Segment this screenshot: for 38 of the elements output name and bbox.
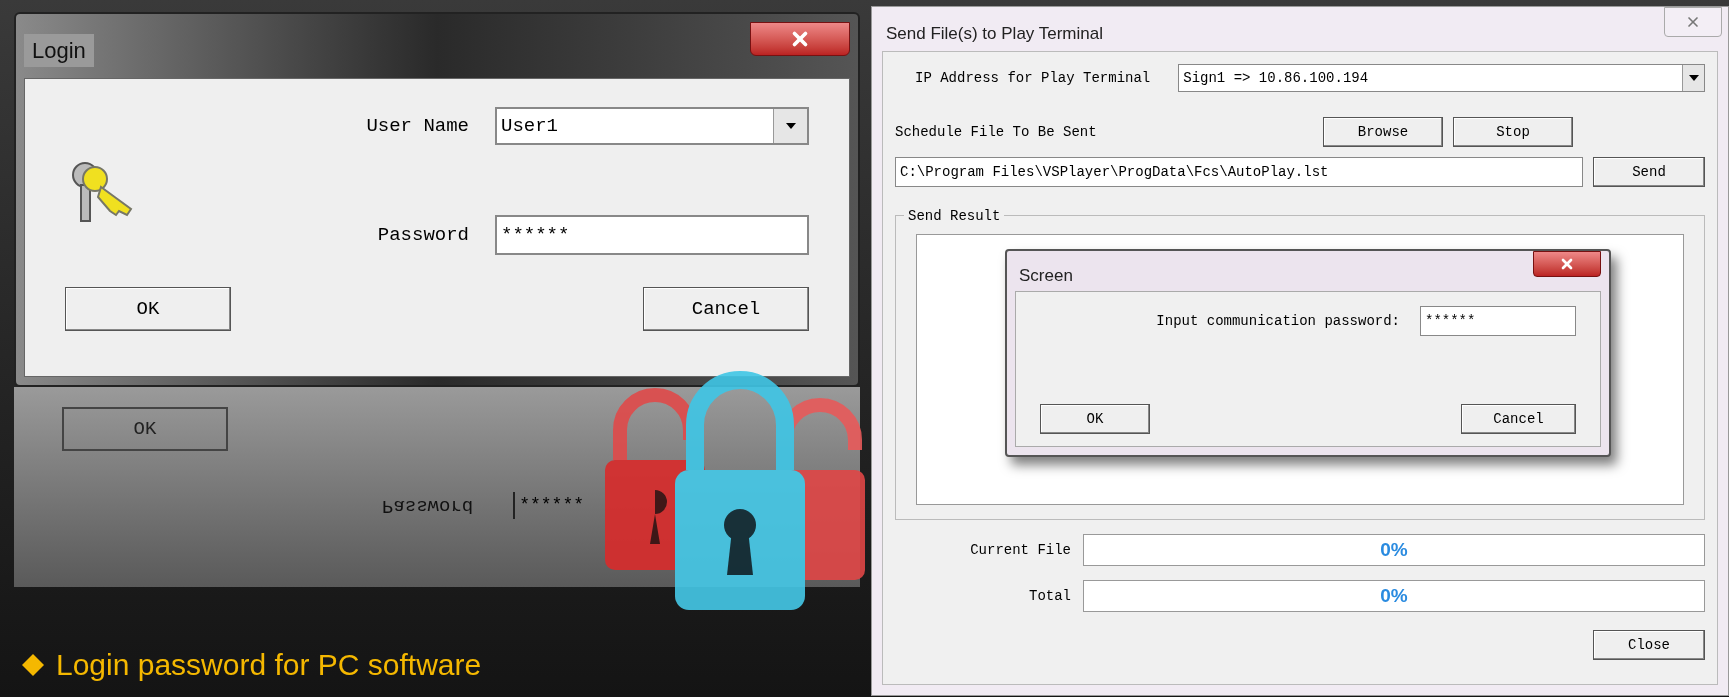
progress-reading: 0% <box>1380 537 1408 562</box>
stop-button[interactable]: Stop <box>1453 117 1573 147</box>
cancel-button[interactable]: Cancel <box>1461 404 1576 434</box>
dialog-title: Screen <box>1019 265 1073 287</box>
password-field[interactable]: ****** <box>1420 306 1576 336</box>
window-title: Send File(s) to Play Terminal <box>886 23 1103 45</box>
close-icon <box>1559 256 1575 272</box>
schedule-label: Schedule File To Be Sent <box>895 122 1097 142</box>
file-path-field[interactable]: C:\Program Files\VSPlayer\ProgData\Fcs\AutoPlay.lst <box>895 157 1583 187</box>
close-icon <box>1685 14 1701 30</box>
progress-reading: 0% <box>1380 583 1408 608</box>
close-dialog-button[interactable]: Close <box>1593 630 1705 660</box>
password-field-reflection: ****** <box>513 491 589 519</box>
password-prompt: Input communication password: <box>1156 311 1400 331</box>
window-title: Login <box>24 34 94 67</box>
ip-label: IP Address for Play Terminal <box>915 68 1151 88</box>
dropdown-value: User1 <box>500 113 559 139</box>
progress-label: Total <box>1028 586 1071 606</box>
browse-button[interactable]: Browse <box>1323 117 1443 147</box>
user-name-dropdown[interactable]: User1 <box>495 107 809 145</box>
close-button[interactable] <box>1533 251 1601 277</box>
ok-button[interactable]: OK <box>65 287 231 331</box>
progress-label: Current File <box>969 540 1071 560</box>
ip-dropdown[interactable]: Sign1 => 10.86.100.194 <box>1178 64 1705 92</box>
dropdown-arrow-icon <box>1688 75 1699 81</box>
diamond-bullet-icon <box>22 653 44 676</box>
dropdown-arrow-icon <box>785 123 796 129</box>
ok-button-reflection: OK <box>62 407 228 451</box>
password-label: Password <box>376 222 469 248</box>
password-field[interactable]: ****** <box>495 215 809 255</box>
caption-text: Login password for PC software <box>56 647 482 683</box>
ok-button[interactable]: OK <box>1040 404 1150 434</box>
user-name-label: User Name <box>365 113 469 139</box>
cancel-button[interactable]: Cancel <box>643 287 809 331</box>
dropdown-value: Sign1 => 10.86.100.194 <box>1182 68 1370 88</box>
send-button[interactable]: Send <box>1593 157 1705 187</box>
close-button[interactable] <box>750 22 850 56</box>
password-label-reflection: Password <box>382 493 474 519</box>
